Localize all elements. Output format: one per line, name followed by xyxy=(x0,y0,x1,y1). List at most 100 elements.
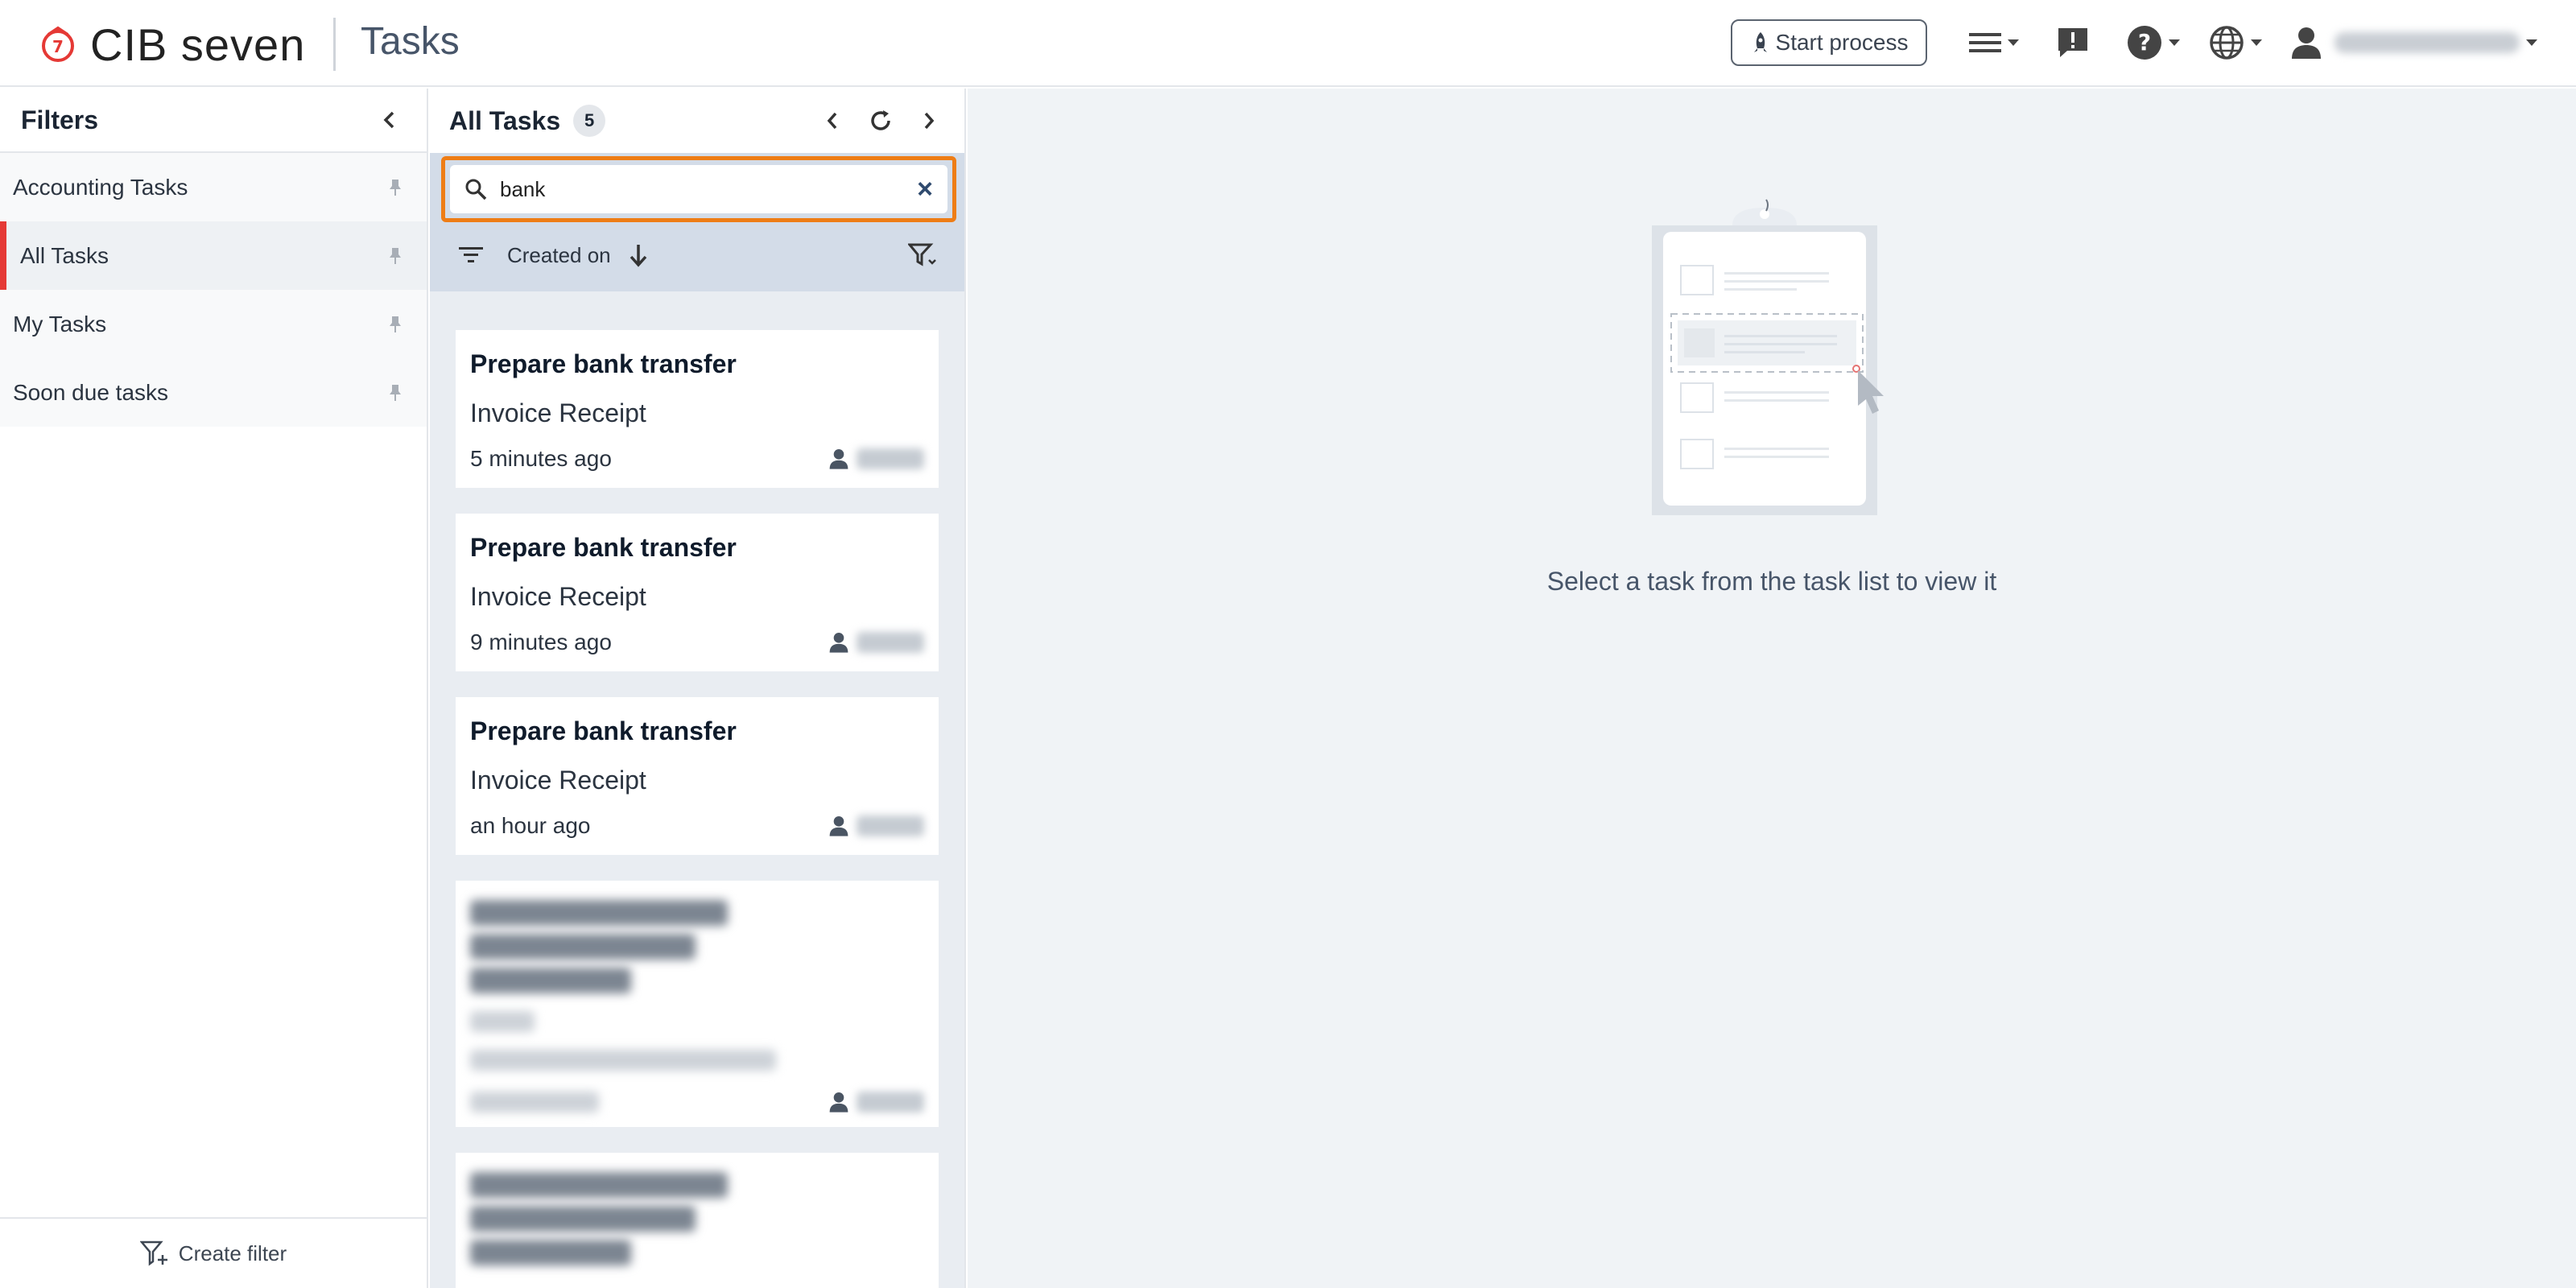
search-input[interactable] xyxy=(500,176,918,202)
filter-item-label: Soon due tasks xyxy=(13,379,169,405)
chevron-down-icon xyxy=(2008,39,2019,46)
task-count-badge: 5 xyxy=(573,105,606,137)
language-dropdown[interactable] xyxy=(2209,23,2262,63)
filter-item-my-tasks[interactable]: My Tasks xyxy=(0,290,427,358)
task-assignee xyxy=(829,448,924,469)
task-card-redacted[interactable] xyxy=(456,1153,939,1288)
top-navbar: 7 CIB seven Tasks Start process ? xyxy=(0,0,2576,87)
feedback-button[interactable] xyxy=(2056,23,2090,63)
filters-header: Filters xyxy=(0,89,427,153)
task-list-title: All Tasks xyxy=(449,105,561,135)
task-card[interactable]: Prepare bank transfer Invoice Receipt 5 … xyxy=(456,330,939,488)
chevron-right-icon xyxy=(924,112,935,130)
user-icon xyxy=(2292,27,2321,59)
rocket-icon xyxy=(1753,32,1767,52)
user-icon xyxy=(829,449,848,469)
filter-item-label: Accounting Tasks xyxy=(13,174,188,200)
help-dropdown[interactable]: ? xyxy=(2127,23,2180,63)
user-icon xyxy=(829,816,848,836)
filter-item-label: My Tasks xyxy=(13,311,107,336)
menu-icon xyxy=(1969,33,2001,52)
filter-item-accounting-tasks[interactable]: Accounting Tasks xyxy=(0,153,427,221)
chevron-left-icon xyxy=(383,111,394,129)
redacted-text xyxy=(470,1050,776,1071)
sort-bar: Created on xyxy=(430,219,964,291)
redacted-text xyxy=(470,900,728,926)
filter-item-soon-due-tasks[interactable]: Soon due tasks xyxy=(0,358,427,427)
task-name: Prepare bank transfer xyxy=(470,533,737,562)
pin-icon[interactable] xyxy=(388,316,402,333)
advanced-filter-icon[interactable] xyxy=(908,242,937,268)
next-page-button[interactable] xyxy=(913,105,945,137)
task-name: Prepare bank transfer xyxy=(470,716,737,745)
start-process-button[interactable]: Start process xyxy=(1731,19,1927,66)
previous-page-button[interactable] xyxy=(816,105,848,137)
task-created-time: 5 minutes ago xyxy=(470,446,612,471)
help-icon: ? xyxy=(2128,26,2161,60)
task-list-header: All Tasks 5 xyxy=(430,89,964,153)
refresh-button[interactable] xyxy=(865,105,897,137)
user-name-redacted xyxy=(2334,32,2520,53)
redacted-text xyxy=(470,1240,631,1265)
assignee-redacted xyxy=(857,632,924,653)
search-zone: × Created on xyxy=(430,153,964,291)
filter-list: Accounting Tasks All Tasks My Tasks Soon… xyxy=(0,153,427,427)
redacted-text xyxy=(470,968,631,993)
task-card[interactable]: Prepare bank transfer Invoice Receipt 9 … xyxy=(456,514,939,671)
user-dropdown[interactable] xyxy=(2291,23,2537,63)
feedback-icon xyxy=(2058,28,2087,57)
filters-panel: Filters Accounting Tasks All Tasks My Ta… xyxy=(0,89,428,1288)
search-icon xyxy=(465,179,487,200)
task-card-redacted[interactable] xyxy=(456,881,939,1127)
chevron-left-icon xyxy=(827,112,837,130)
filters-title: Filters xyxy=(21,105,99,134)
svg-text:7: 7 xyxy=(52,37,64,56)
chevron-down-icon xyxy=(2526,39,2537,46)
cib-logo-icon: 7 xyxy=(42,26,74,62)
brand[interactable]: 7 CIB seven xyxy=(37,16,305,72)
clipboard-illustration-icon xyxy=(1652,199,1884,515)
pin-icon[interactable] xyxy=(388,247,402,265)
empty-state-message: Select a task from the task list to view… xyxy=(1546,567,1997,596)
arrow-down-icon[interactable] xyxy=(629,243,648,267)
task-assignee xyxy=(829,815,924,836)
assignee-redacted xyxy=(857,1092,924,1113)
task-process: Invoice Receipt xyxy=(470,766,646,795)
task-cards: Prepare bank transfer Invoice Receipt 5 … xyxy=(456,330,939,1288)
search-field[interactable]: × xyxy=(450,165,947,213)
brand-divider xyxy=(333,18,336,71)
task-card[interactable]: Prepare bank transfer Invoice Receipt an… xyxy=(456,697,939,855)
redacted-text xyxy=(470,934,696,960)
sort-icon[interactable] xyxy=(459,246,483,265)
search-highlight: × xyxy=(441,156,956,222)
menu-dropdown[interactable] xyxy=(1969,23,2019,63)
pin-icon[interactable] xyxy=(388,384,402,402)
user-icon xyxy=(829,1092,848,1113)
task-assignee xyxy=(829,1092,924,1113)
svg-text:?: ? xyxy=(2138,29,2151,56)
task-created-time: an hour ago xyxy=(470,813,591,838)
pin-icon[interactable] xyxy=(388,179,402,196)
app-title: Tasks xyxy=(361,20,460,63)
filter-add-icon xyxy=(139,1241,167,1266)
create-filter-button[interactable]: Create filter xyxy=(0,1217,427,1288)
chevron-down-icon xyxy=(2169,39,2180,46)
task-name: Prepare bank transfer xyxy=(470,349,737,378)
redacted-text xyxy=(470,1092,599,1113)
task-process: Invoice Receipt xyxy=(470,582,646,611)
task-list-panel: All Tasks 5 bank × Created on Prepare ba… xyxy=(430,89,966,1288)
clear-search-icon[interactable]: × xyxy=(917,175,933,203)
task-created-time: 9 minutes ago xyxy=(470,630,612,654)
redacted-text xyxy=(470,1172,728,1198)
globe-icon xyxy=(2210,26,2244,60)
filter-item-all-tasks[interactable]: All Tasks xyxy=(0,221,427,290)
user-icon xyxy=(829,633,848,653)
assignee-redacted xyxy=(857,815,924,836)
task-process: Invoice Receipt xyxy=(470,398,646,427)
redacted-text xyxy=(470,1206,696,1232)
assignee-redacted xyxy=(857,448,924,469)
refresh-icon xyxy=(871,110,890,130)
collapse-filters-button[interactable] xyxy=(374,104,406,136)
sort-label[interactable]: Created on xyxy=(507,243,611,268)
create-filter-label: Create filter xyxy=(178,1241,287,1265)
